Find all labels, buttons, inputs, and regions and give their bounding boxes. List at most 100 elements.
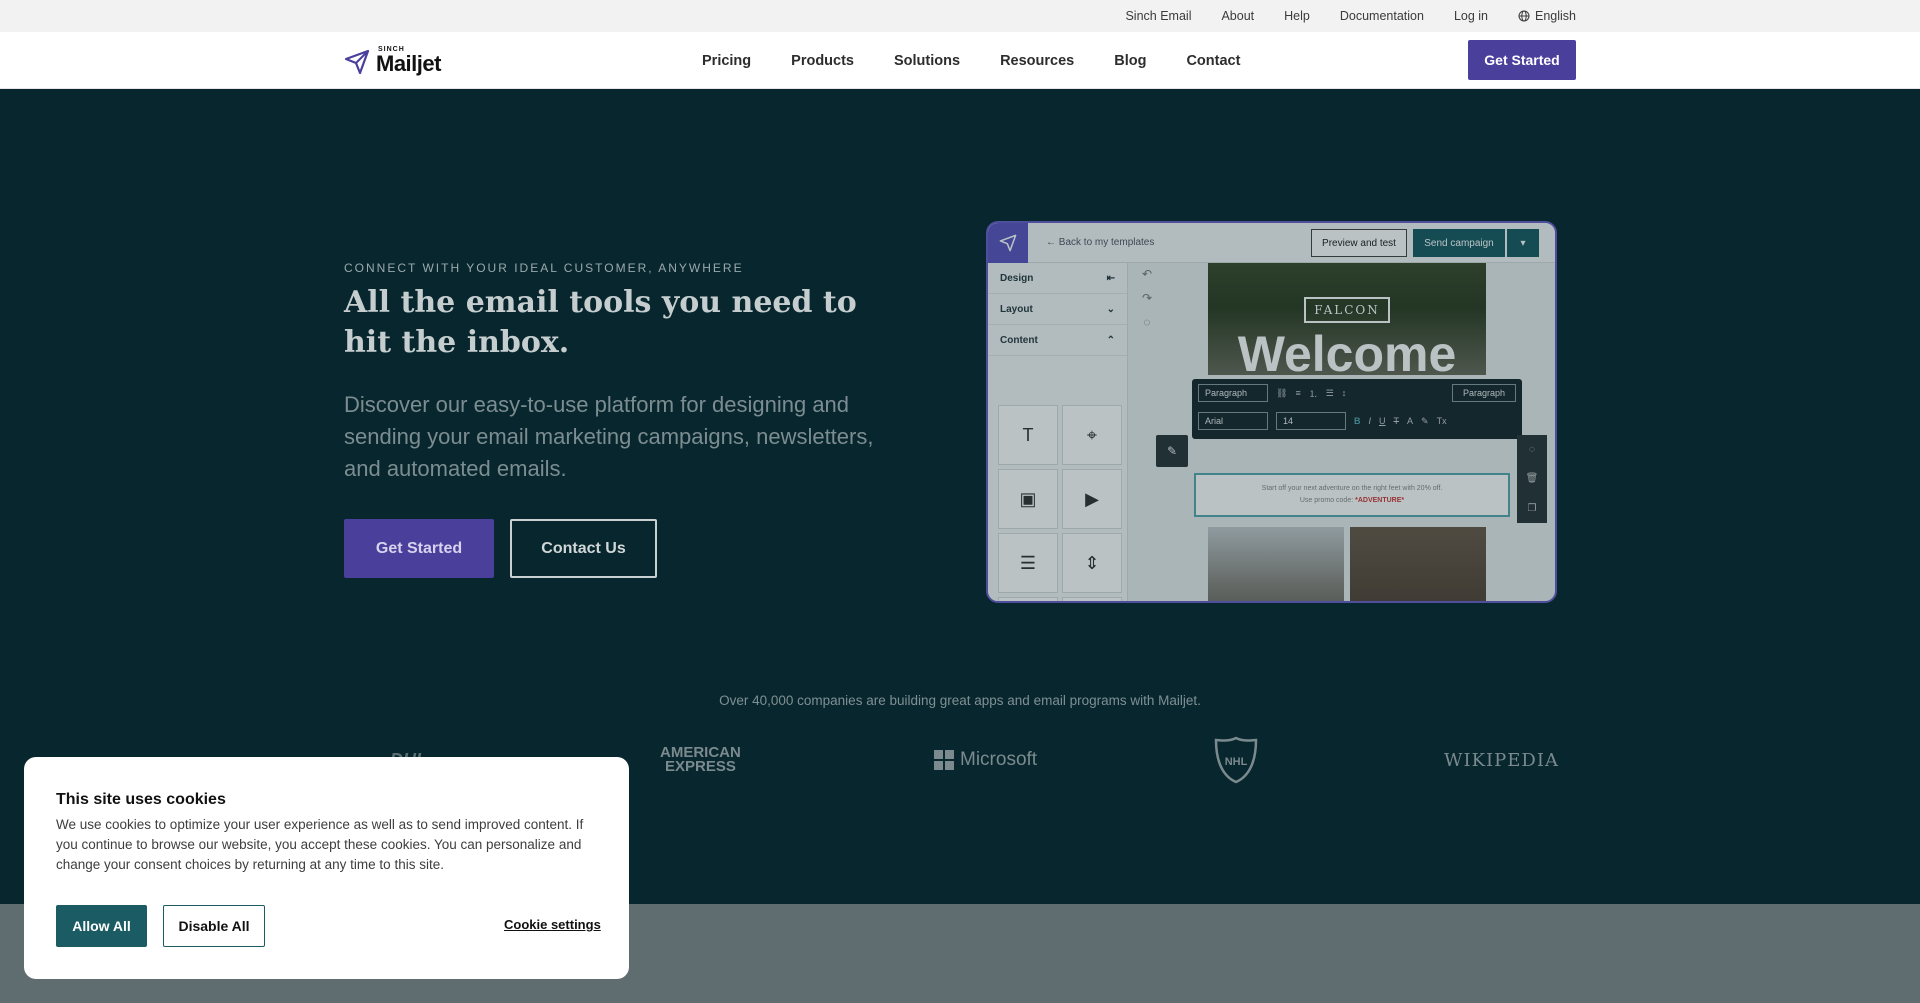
video-block-icon: ▶ xyxy=(1062,469,1122,529)
cookie-settings-link[interactable]: Cookie settings xyxy=(504,917,601,932)
numbered-list-icon: ⒈ xyxy=(1308,388,1318,399)
editor-sidebar-label: Content xyxy=(1000,335,1038,346)
editor-canvas: FALCON Welcome Paragraph ⛓ ≡ ⒈ ☰ ↕ Parag… xyxy=(1192,263,1522,601)
trash-icon: 🗑 xyxy=(1525,473,1539,485)
block-actions: ◌ 🗑 ❐ xyxy=(1517,435,1547,523)
nav-pricing[interactable]: Pricing xyxy=(702,53,751,69)
underline-icon: U xyxy=(1379,416,1386,426)
editor-sidebar-label: Layout xyxy=(1000,304,1033,315)
text-color-icon: A xyxy=(1407,416,1414,426)
pencil-icon: ✎ xyxy=(1156,435,1188,467)
social-proof-text: Over 40,000 companies are building great… xyxy=(719,693,1201,708)
divider-block-icon: ☰ xyxy=(998,533,1058,593)
utility-link-about[interactable]: About xyxy=(1221,9,1254,23)
amex-line-2: EXPRESS xyxy=(664,758,736,775)
highlight-icon: ✎ xyxy=(1421,415,1429,426)
utility-links: Sinch Email About Help Documentation Log… xyxy=(1125,0,1576,32)
utility-bar: Sinch Email About Help Documentation Log… xyxy=(0,0,1920,32)
microsoft-wordmark: Microsoft xyxy=(960,749,1038,770)
utility-link-login[interactable]: Log in xyxy=(1454,9,1488,23)
globe-icon xyxy=(1518,10,1530,22)
editor-send-button: Send campaign xyxy=(1413,229,1505,257)
clear-format-icon: Tx xyxy=(1436,416,1447,426)
editor-sidebar: Design ⇤ Layout ⌄ Content ⌃ T ⌖ ▣ ▶ ☰ ⇕ ∞ <… xyxy=(988,263,1128,601)
link-icon: ⛓ xyxy=(1276,387,1288,398)
paper-plane-icon xyxy=(344,49,370,75)
cookie-title: This site uses cookies xyxy=(56,791,226,808)
chevron-up-icon: ⌃ xyxy=(1106,335,1115,346)
hero-eyebrow: CONNECT WITH YOUR IDEAL CUSTOMER, ANYWHE… xyxy=(344,261,744,275)
nav-resources[interactable]: Resources xyxy=(1000,53,1074,69)
editor-preview-image: ← Back to my templates Preview and test … xyxy=(986,221,1557,603)
welcome-heading: Welcome xyxy=(1237,326,1457,382)
duplicate-icon: ❐ xyxy=(1527,502,1537,514)
main-navbar: SINCH Mailjet Pricing Products Solutions… xyxy=(0,32,1920,89)
hero-contact-us-button[interactable]: Contact Us xyxy=(510,519,657,578)
paper-plane-icon xyxy=(999,234,1017,252)
code-block-icon: </> xyxy=(1062,597,1122,601)
nhl-logo: NHL xyxy=(1214,736,1258,784)
strikethrough-icon: T xyxy=(1393,416,1400,426)
text-formatting-toolbar: Paragraph ⛓ ≡ ⒈ ☰ ↕ Paragraph Arial 14 B… xyxy=(1192,379,1522,439)
nav-products[interactable]: Products xyxy=(791,53,854,69)
disable-all-button[interactable]: Disable All xyxy=(163,905,265,947)
editor-sidebar-content: Content ⌃ xyxy=(988,325,1127,356)
block-type-select: Paragraph xyxy=(1198,384,1268,402)
bullet-list-icon: ≡ xyxy=(1295,388,1301,398)
chevron-down-icon: ▾ xyxy=(1507,229,1539,257)
nhl-wordmark: NHL xyxy=(1225,756,1248,768)
button-block-icon: ⌖ xyxy=(1062,405,1122,465)
font-size-select: 14 xyxy=(1276,412,1346,430)
wikipedia-logo: WIKIPEDIA xyxy=(1444,749,1559,771)
paragraph-style-button: Paragraph xyxy=(1451,384,1516,402)
redo-icon: ↷ xyxy=(1141,291,1153,305)
editor-sidebar-layout: Layout ⌄ xyxy=(988,294,1127,325)
line-height-icon: ↕ xyxy=(1341,388,1347,398)
bold-icon: B xyxy=(1354,416,1361,426)
american-express-logo: AMERICAN EXPRESS xyxy=(660,740,741,780)
editor-sidebar-label: Design xyxy=(1000,273,1034,284)
hero-get-started-button[interactable]: Get Started xyxy=(344,519,494,578)
logo-brand-text: Mailjet xyxy=(376,51,441,76)
hero-subtitle: Discover our easy-to-use platform for de… xyxy=(344,392,874,481)
header-get-started-button[interactable]: Get Started xyxy=(1468,40,1576,80)
text-block-icon: T xyxy=(998,405,1058,465)
nav-contact[interactable]: Contact xyxy=(1186,53,1240,69)
primary-nav: Pricing Products Solutions Resources Blo… xyxy=(702,32,1240,89)
hero-title: All the email tools you need to hit the … xyxy=(344,285,857,360)
language-selector[interactable]: English xyxy=(1518,9,1576,23)
chevron-down-icon: ⌄ xyxy=(1106,304,1115,315)
editor-preview-button: Preview and test xyxy=(1311,229,1407,257)
italic-icon: I xyxy=(1368,416,1372,426)
collapse-icon: ⇤ xyxy=(1106,273,1115,284)
nav-blog[interactable]: Blog xyxy=(1114,53,1146,69)
email-body-line: Use promo code: xyxy=(1299,497,1356,504)
utility-link-help[interactable]: Help xyxy=(1284,9,1310,23)
mailjet-logo[interactable]: SINCH Mailjet xyxy=(344,46,441,75)
allow-all-button[interactable]: Allow All xyxy=(56,905,147,947)
editor-topbar: ← Back to my templates Preview and test … xyxy=(988,223,1555,263)
align-icon: ☰ xyxy=(1325,387,1334,398)
editor-back-label: Back to my templates xyxy=(1058,237,1155,248)
utility-link-sinch-email[interactable]: Sinch Email xyxy=(1125,9,1191,23)
boots-image xyxy=(1350,527,1486,601)
editor-history-tools: ↶ ↷ ◌ xyxy=(1134,267,1160,329)
microsoft-logo: Microsoft xyxy=(934,740,1037,780)
editor-back-link: ← Back to my templates xyxy=(1046,237,1155,248)
undo-icon: ↶ xyxy=(1141,267,1153,281)
email-text-block: Start off your next adventure on the rig… xyxy=(1194,473,1510,517)
falcon-logo: FALCON xyxy=(1304,297,1390,323)
microsoft-windows-icon xyxy=(934,750,954,770)
cookie-consent-dialog: This site uses cookies We use cookies to… xyxy=(24,757,629,979)
nhl-shield-icon: NHL xyxy=(1214,736,1258,784)
promo-code: *ADVENTURE* xyxy=(1355,497,1405,504)
font-select: Arial xyxy=(1198,412,1268,430)
utility-link-documentation[interactable]: Documentation xyxy=(1340,9,1424,23)
nav-solutions[interactable]: Solutions xyxy=(894,53,960,69)
social-block-icon: ∞ xyxy=(998,597,1058,601)
hiker-image xyxy=(1208,527,1344,601)
editor-logo xyxy=(988,223,1028,263)
comment-icon: ◌ xyxy=(1143,315,1151,329)
editor-sidebar-design: Design ⇤ xyxy=(988,263,1127,294)
cookie-description: We use cookies to optimize your user exp… xyxy=(56,817,584,872)
